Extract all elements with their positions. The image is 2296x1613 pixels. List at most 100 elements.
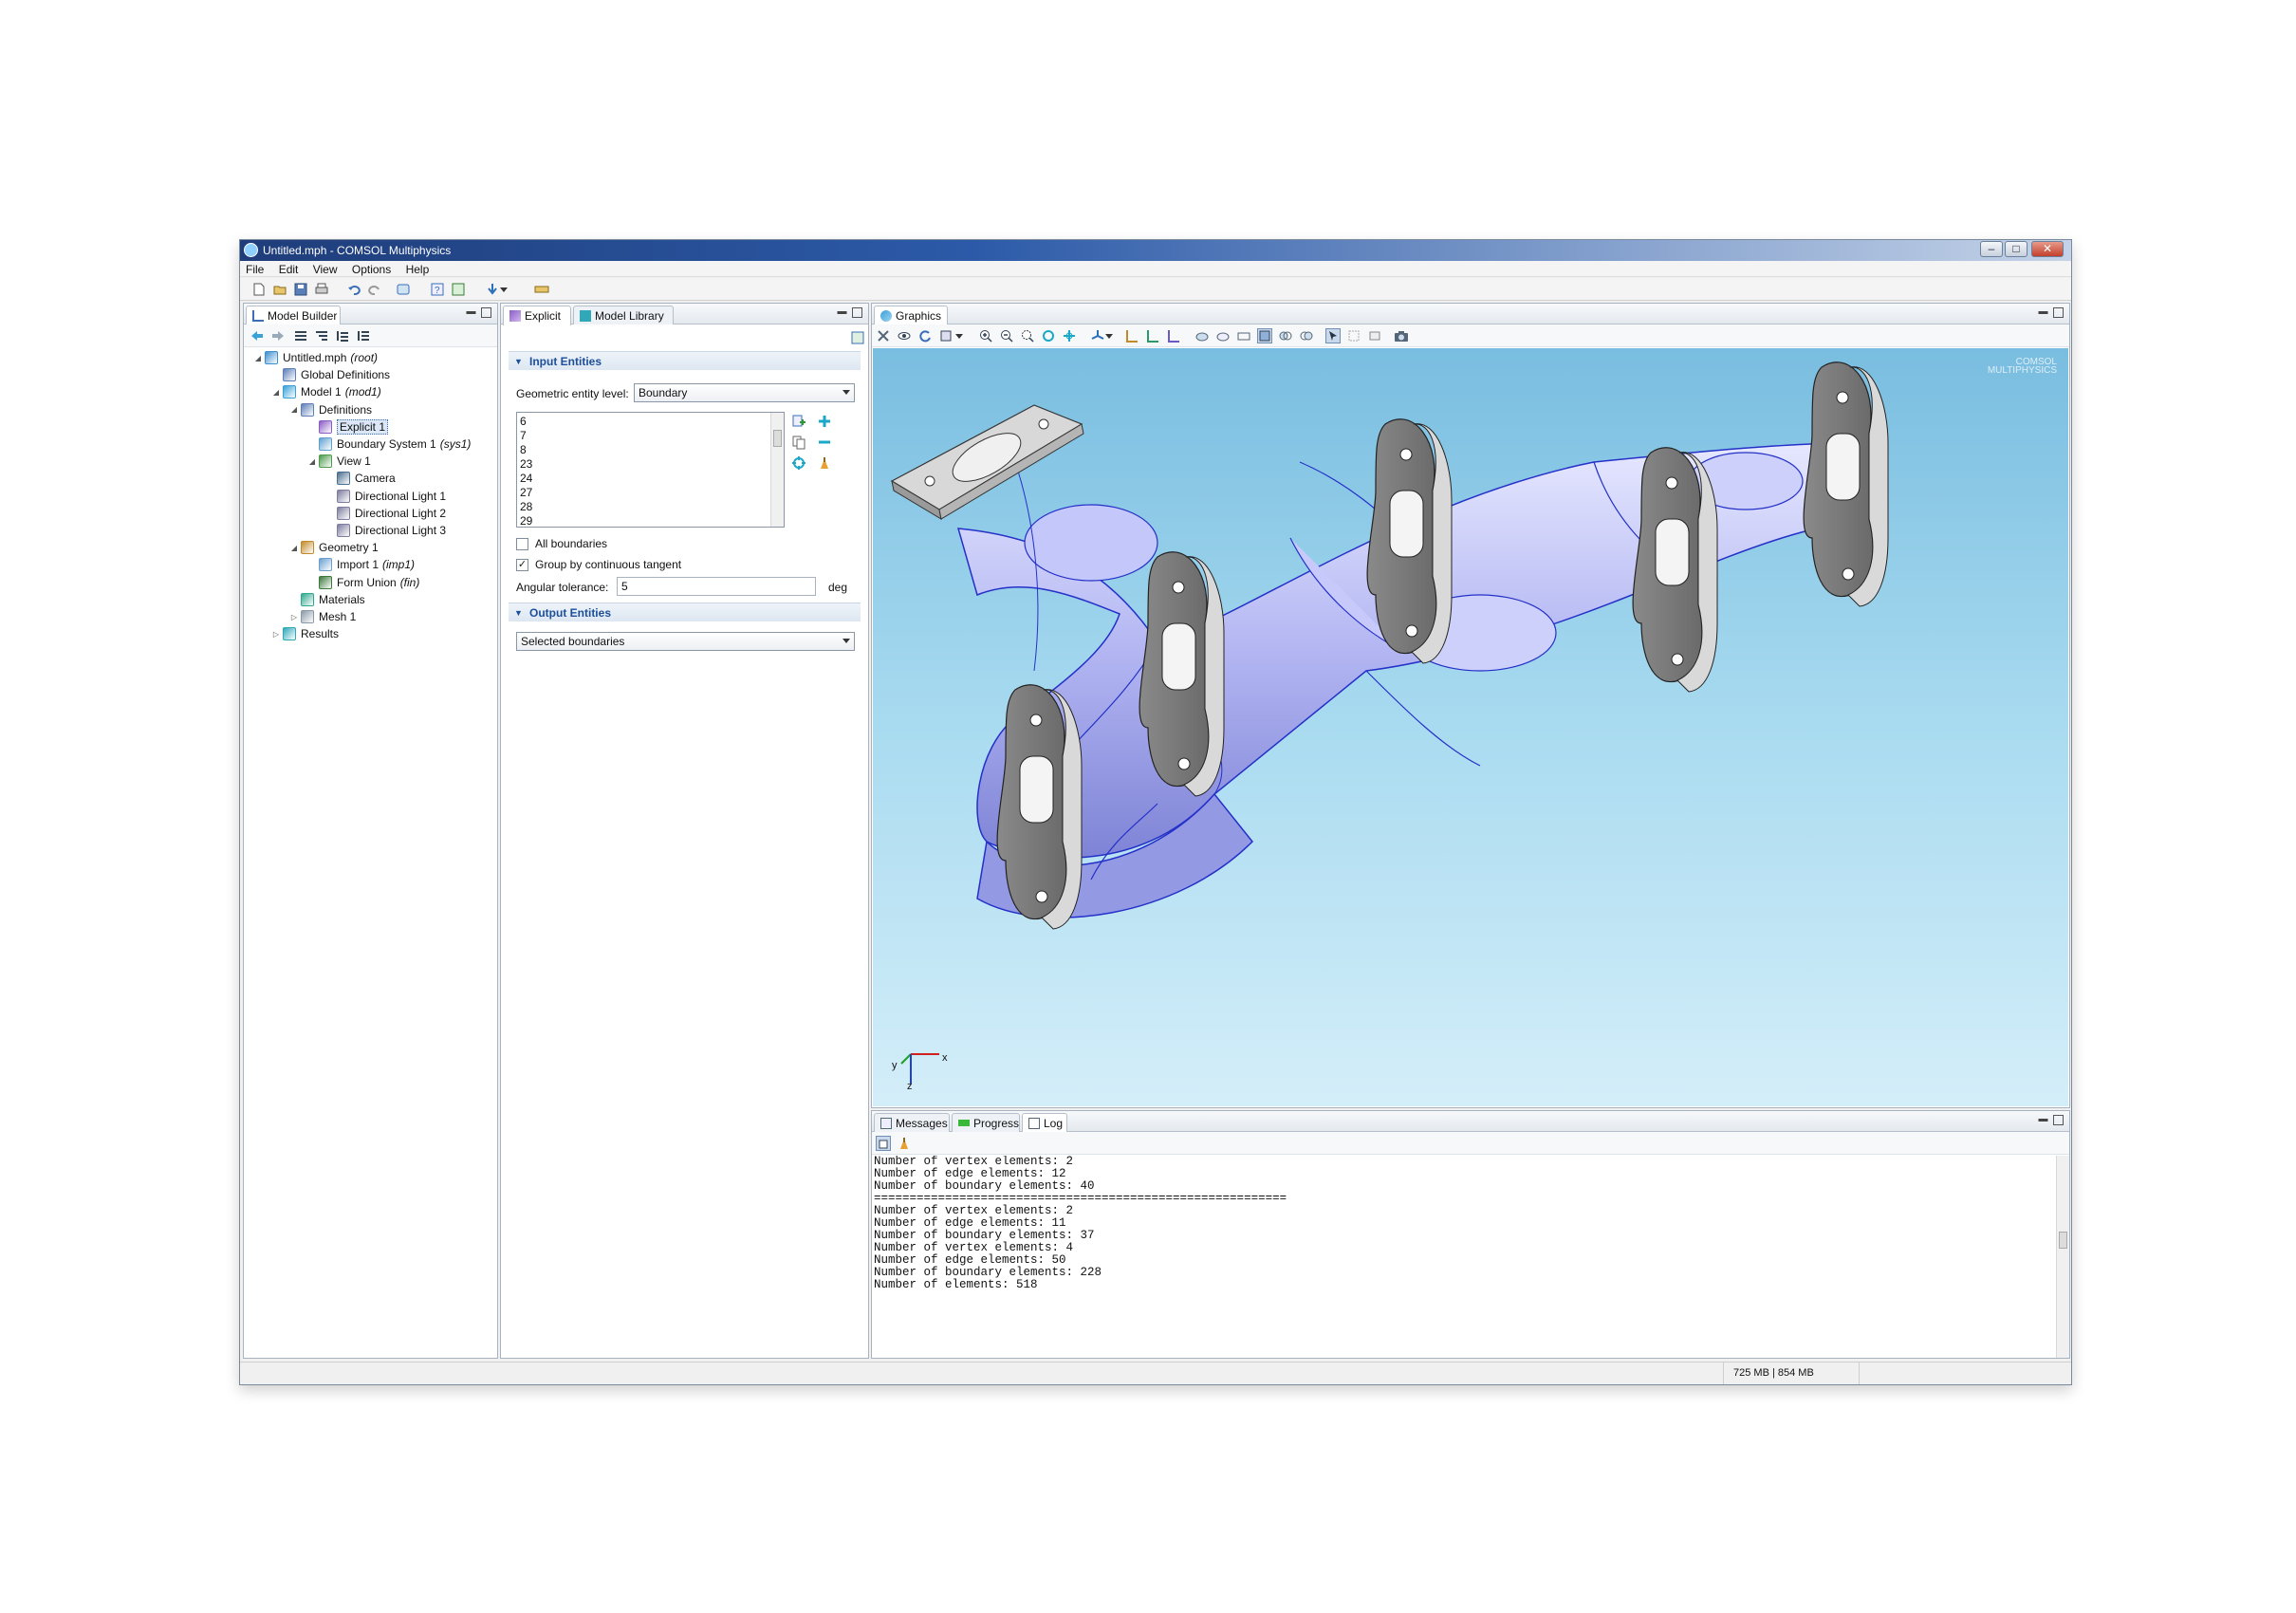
- model-library-icon[interactable]: [451, 282, 466, 297]
- clear-graphics-icon[interactable]: [1367, 328, 1382, 343]
- zoom-to-selection-icon[interactable]: [791, 455, 806, 471]
- selection-list-item[interactable]: 8: [517, 443, 784, 457]
- menu-options[interactable]: Options: [346, 261, 397, 276]
- tree-item[interactable]: Camera: [325, 470, 396, 487]
- minimize-settings-icon[interactable]: ▬: [837, 307, 847, 318]
- undo-icon[interactable]: [346, 282, 361, 297]
- add-to-selection-icon[interactable]: [791, 414, 806, 429]
- axis-orientation-icon[interactable]: [1090, 328, 1105, 343]
- hide-objects-icon[interactable]: [1278, 328, 1293, 343]
- minimize-graphics-icon[interactable]: ▬: [2038, 307, 2048, 318]
- new-file-icon[interactable]: [251, 282, 267, 297]
- filter-list-icon[interactable]: [314, 328, 329, 343]
- clear-selection-icon[interactable]: [817, 455, 832, 471]
- open-folder-icon[interactable]: [272, 282, 287, 297]
- selection-list-item[interactable]: 28: [517, 500, 784, 514]
- output-entities-section[interactable]: ▼ Output Entities: [509, 603, 861, 621]
- redo-icon[interactable]: [367, 282, 382, 297]
- expanded-arrow-icon[interactable]: ◢: [253, 354, 263, 362]
- maximize-button[interactable]: □: [2005, 241, 2028, 257]
- tab-model-builder[interactable]: Model Builder: [246, 306, 341, 325]
- scene-light-icon[interactable]: [1194, 328, 1210, 343]
- xy-view-icon[interactable]: [1124, 328, 1139, 343]
- tree-item[interactable]: Materials: [289, 591, 365, 608]
- tab-messages[interactable]: Messages: [874, 1113, 950, 1132]
- tree-item[interactable]: Directional Light 2: [325, 505, 446, 522]
- selection-mode-icon[interactable]: [938, 328, 954, 343]
- compute-icon[interactable]: [485, 282, 500, 297]
- dependencies-icon[interactable]: [396, 282, 411, 297]
- selection-list[interactable]: 6 7 8 23 24 27 28 29: [516, 412, 785, 528]
- selection-mode-dropdown-icon[interactable]: [955, 328, 963, 343]
- close-button[interactable]: ✕: [2031, 241, 2064, 257]
- eye-icon[interactable]: [897, 328, 912, 343]
- refresh-icon[interactable]: [917, 328, 933, 343]
- selection-list-item[interactable]: 24: [517, 472, 784, 486]
- tree-item[interactable]: ▷ Mesh 1: [289, 608, 356, 625]
- maximize-pane-icon[interactable]: [481, 307, 491, 318]
- minimize-pane-icon[interactable]: ▬: [466, 307, 476, 318]
- selection-list-item[interactable]: 7: [517, 429, 784, 443]
- output-entities-select[interactable]: Selected boundaries: [516, 632, 855, 651]
- menu-view[interactable]: View: [307, 261, 343, 276]
- minimize-button[interactable]: –: [1980, 241, 2003, 257]
- maximize-settings-icon[interactable]: [852, 307, 862, 318]
- tree-item[interactable]: Global Definitions: [271, 366, 390, 383]
- maximize-graphics-icon[interactable]: [2053, 307, 2064, 318]
- log-scrollbar[interactable]: [2056, 1156, 2069, 1358]
- transparency-icon[interactable]: [1215, 328, 1231, 343]
- help-icon[interactable]: ?: [430, 282, 445, 297]
- collapse-all-icon[interactable]: [356, 328, 371, 343]
- zoom-in-icon[interactable]: [978, 328, 993, 343]
- zoom-selected-icon[interactable]: [1041, 328, 1056, 343]
- expanded-arrow-icon[interactable]: ◢: [271, 388, 281, 397]
- zoom-extents-icon[interactable]: [1062, 328, 1077, 343]
- show-objects-icon[interactable]: [1299, 328, 1314, 343]
- angular-tolerance-input[interactable]: 5: [617, 577, 816, 596]
- tree-item[interactable]: ◢ Untitled.mph (root): [253, 349, 378, 366]
- expanded-arrow-icon[interactable]: ◢: [289, 544, 299, 552]
- scroll-lock-icon[interactable]: [876, 1136, 891, 1151]
- menu-edit[interactable]: Edit: [273, 261, 305, 276]
- clear-log-icon[interactable]: [897, 1136, 912, 1151]
- camera-snapshot-icon[interactable]: [1394, 328, 1409, 343]
- tab-graphics[interactable]: Graphics: [874, 306, 948, 325]
- select-pointer-icon[interactable]: [1325, 328, 1341, 343]
- tree-item[interactable]: Boundary System 1 (sys1): [307, 436, 471, 453]
- zoom-box-icon[interactable]: [1020, 328, 1035, 343]
- show-list-icon[interactable]: [293, 328, 308, 343]
- expanded-arrow-icon[interactable]: ◢: [289, 405, 299, 414]
- tree-item[interactable]: ◢ Geometry 1: [289, 539, 379, 556]
- copy-selection-icon[interactable]: [791, 435, 806, 450]
- minimize-log-icon[interactable]: ▬: [2038, 1115, 2048, 1125]
- collapsed-arrow-icon[interactable]: ▷: [289, 613, 299, 621]
- selection-list-item[interactable]: 29: [517, 514, 784, 527]
- tree-item[interactable]: ▷ Results: [271, 625, 339, 642]
- print-icon[interactable]: [314, 282, 329, 297]
- graphics-canvas[interactable]: COMSOL MULTIPHYSICS x y z: [873, 348, 2068, 1106]
- menu-file[interactable]: File: [240, 261, 269, 276]
- tab-explicit[interactable]: Explicit: [503, 306, 571, 325]
- back-arrow-icon[interactable]: [250, 328, 265, 343]
- selection-list-item[interactable]: 6: [517, 415, 784, 429]
- selection-list-item[interactable]: 27: [517, 486, 784, 500]
- maximize-log-icon[interactable]: [2053, 1115, 2064, 1125]
- group-tangent-checkbox[interactable]: ✓: [516, 559, 528, 571]
- selection-list-item[interactable]: 23: [517, 457, 784, 472]
- xz-view-icon[interactable]: [1166, 328, 1181, 343]
- tree-item[interactable]: Explicit 1: [307, 418, 389, 436]
- tab-log[interactable]: Log: [1022, 1113, 1067, 1133]
- tree-item[interactable]: Import 1 (imp1): [307, 556, 415, 573]
- ruler-icon[interactable]: [534, 282, 549, 297]
- tree-item[interactable]: Form Union (fin): [307, 574, 419, 591]
- scissors-icon[interactable]: [876, 328, 891, 343]
- expanded-arrow-icon[interactable]: ◢: [307, 457, 317, 466]
- pin-settings-icon[interactable]: [850, 330, 865, 345]
- compute-dropdown-icon[interactable]: [500, 282, 508, 297]
- collapsed-arrow-icon[interactable]: ▷: [271, 630, 281, 639]
- tab-progress[interactable]: Progress: [952, 1113, 1020, 1132]
- tree-item[interactable]: ◢ Model 1 (mod1): [271, 383, 381, 400]
- plus-icon[interactable]: [817, 414, 832, 429]
- save-icon[interactable]: [293, 282, 308, 297]
- wireframe-icon[interactable]: [1236, 328, 1251, 343]
